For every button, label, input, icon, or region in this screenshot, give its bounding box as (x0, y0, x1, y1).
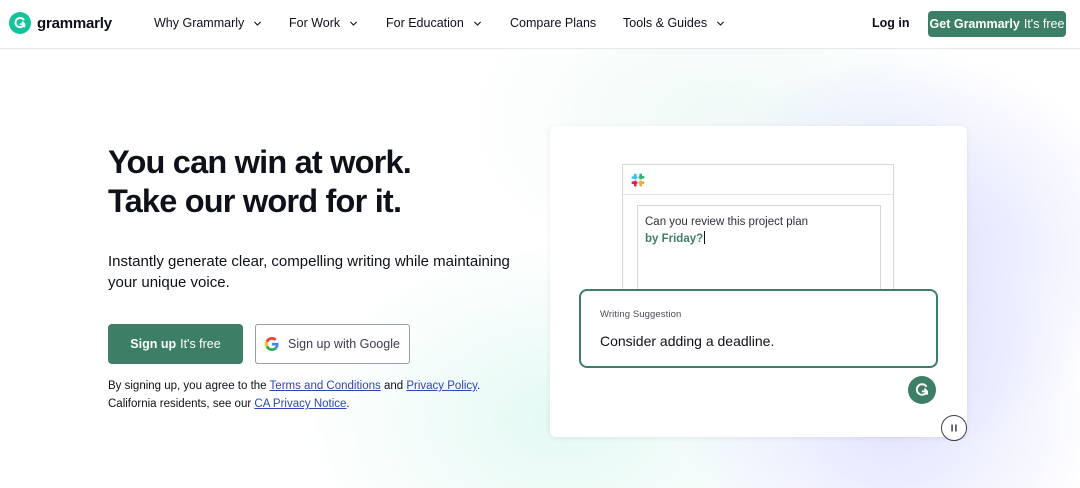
suggestion-label: Writing Suggestion (600, 309, 682, 320)
login-link[interactable]: Log in (872, 16, 910, 30)
nav-label: For Education (386, 16, 464, 30)
chevron-down-icon (350, 20, 358, 26)
nav-label: Why Grammarly (154, 16, 245, 30)
nav-why-grammarly[interactable]: Why Grammarly (154, 16, 262, 30)
grammarly-g-icon[interactable] (908, 376, 936, 404)
ca-privacy-notice-link[interactable]: CA Privacy Notice (254, 398, 346, 410)
legal-text: By signing up, you agree to the (108, 380, 270, 392)
signup-bold-label: Sign up (130, 337, 177, 351)
chevron-down-icon (473, 20, 481, 26)
nav-label: Compare Plans (510, 16, 597, 30)
chat-window-header (623, 165, 893, 195)
writing-suggestion-card[interactable]: Writing Suggestion Consider adding a dea… (579, 289, 938, 368)
headline-line-1: You can win at work. (108, 144, 412, 180)
text-caret (704, 231, 706, 244)
legal-text: . (346, 398, 350, 410)
slack-icon (631, 173, 645, 187)
get-grammarly-button[interactable]: Get Grammarly It's free (928, 11, 1066, 37)
headline-line-2: Take our word for it. (108, 183, 402, 219)
signup-button[interactable]: Sign up It's free (108, 324, 243, 364)
top-navigation: grammarly Why Grammarly For Work For Edu… (0, 0, 1080, 49)
signup-rest-label: It's free (180, 337, 221, 351)
google-signup-label: Sign up with Google (288, 337, 400, 351)
pause-icon (951, 424, 957, 432)
google-signup-button[interactable]: Sign up with Google (255, 324, 410, 364)
cta-rest-label: It's free (1023, 17, 1065, 31)
nav-for-work[interactable]: For Work (289, 16, 358, 30)
legal-text: and (380, 380, 407, 392)
hero-headline: You can win at work. Take our word for i… (108, 143, 412, 221)
nav-for-education[interactable]: For Education (386, 16, 482, 30)
google-icon (265, 337, 279, 351)
nav-label: For Work (289, 16, 341, 30)
chevron-down-icon (254, 20, 262, 26)
legal-text: . (477, 380, 481, 392)
cta-bold-label: Get Grammarly (929, 17, 1020, 31)
suggestion-text: Consider adding a deadline. (600, 333, 775, 349)
terms-link[interactable]: Terms and Conditions (270, 380, 381, 392)
legal-text: California residents, see our (108, 398, 255, 410)
logo[interactable]: grammarly (9, 12, 112, 34)
nav-label: Tools & Guides (623, 16, 708, 30)
nav-tools-guides[interactable]: Tools & Guides (623, 16, 725, 30)
pause-button[interactable] (941, 415, 967, 441)
message-line: Can you review this project plan (645, 216, 808, 228)
chat-window: Can you review this project plan by Frid… (622, 164, 894, 300)
chevron-down-icon (717, 20, 725, 26)
legal-notice: By signing up, you agree to the Terms an… (108, 377, 528, 413)
grammarly-logo-icon (9, 12, 31, 34)
hero-subtext: Instantly generate clear, compelling wri… (108, 253, 510, 291)
message-input[interactable]: Can you review this project plan by Frid… (637, 205, 881, 300)
privacy-policy-link[interactable]: Privacy Policy (406, 380, 477, 392)
nav-compare-plans[interactable]: Compare Plans (510, 16, 596, 30)
message-highlight: by Friday? (645, 233, 704, 245)
logo-text: grammarly (37, 14, 112, 32)
